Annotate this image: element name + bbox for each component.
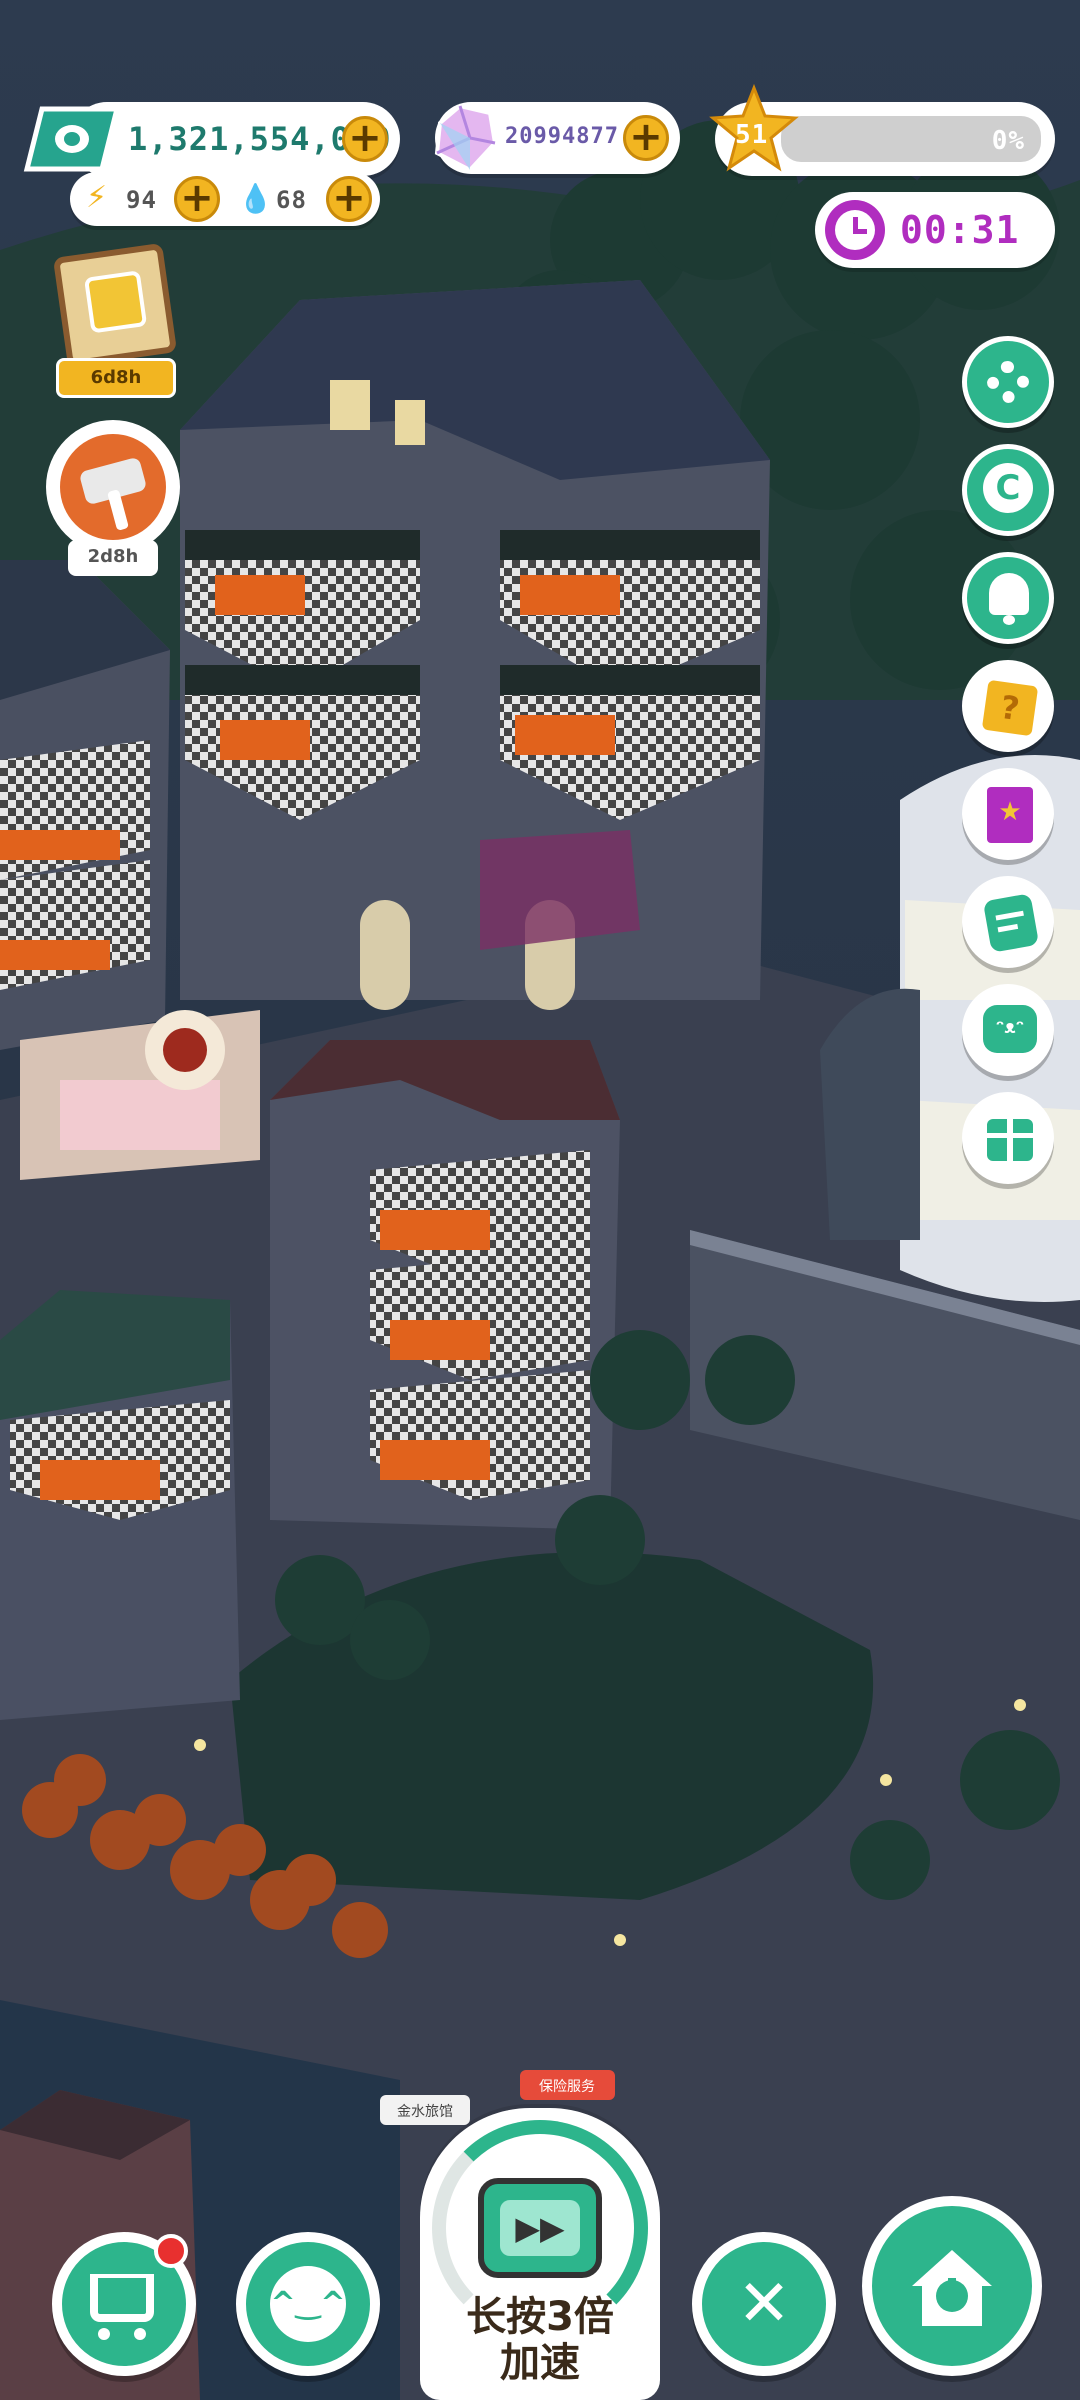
timer-value: 00:31	[900, 208, 1020, 252]
level-number: 51	[735, 120, 769, 150]
hammer-icon	[60, 434, 166, 540]
tv-fast-forward-icon: ▶▶	[478, 2178, 602, 2278]
tools-icon: ✕	[737, 2267, 791, 2341]
mystery-box-button[interactable]: ?	[962, 660, 1054, 752]
star-book-icon: ★	[987, 787, 1033, 843]
gems-value: 20994877	[505, 124, 619, 149]
scroll-puzzle-icon	[52, 242, 178, 368]
home-edit-button[interactable]	[862, 2196, 1042, 2376]
social-button[interactable]: ^‿^	[236, 2232, 380, 2376]
speed-up-label: 长按3倍 加速	[466, 2294, 614, 2386]
chat-button[interactable]: ᵔᴥᵔ	[962, 984, 1054, 1076]
shop-notification-dot	[154, 2234, 188, 2268]
mystery-box-icon: ?	[981, 679, 1039, 737]
gift-button[interactable]	[962, 1092, 1054, 1184]
level-progress-text: 0%	[991, 126, 1025, 156]
gift-icon	[987, 1119, 1033, 1161]
event-hammer-timer-badge: 2d8h	[68, 540, 158, 576]
notes-icon	[982, 893, 1040, 953]
chat-icon: ᵔᴥᵔ	[983, 1005, 1037, 1053]
settings-button[interactable]	[962, 336, 1054, 428]
smile-face-icon: ^‿^	[270, 2266, 346, 2342]
cash-icon	[22, 104, 122, 174]
add-gems-button[interactable]: +	[623, 115, 669, 161]
event-puzzle-button[interactable]: 6d8h	[50, 242, 180, 410]
notifications-button[interactable]	[962, 552, 1054, 644]
event-hammer-time: 2d8h	[87, 546, 139, 567]
event-hammer-button[interactable]: 2d8h	[46, 420, 180, 580]
build-tools-button[interactable]: ✕	[692, 2232, 836, 2376]
bell-icon	[989, 573, 1029, 615]
shop-cart-icon	[90, 2274, 154, 2322]
currency-exchange-icon: C	[983, 463, 1033, 513]
hud-gems-panel: 20994877 +	[434, 102, 680, 174]
sign-insurance: 保险服务	[539, 2079, 595, 2095]
star-book-button[interactable]: ★	[962, 768, 1054, 860]
event-puzzle-timer-badge: 6d8h	[56, 358, 176, 398]
gem-icon	[425, 98, 505, 178]
hud-timer-panel[interactable]: 00:31	[815, 192, 1055, 268]
gear-icon	[987, 361, 1029, 403]
sign-inn: 金水旅馆	[397, 2104, 453, 2120]
lightning-icon: ⚡	[86, 180, 108, 215]
speed-up-button[interactable]: ▶▶ 长按3倍 加速	[420, 2108, 660, 2400]
clock-icon	[825, 200, 885, 260]
event-puzzle-time: 6d8h	[90, 367, 142, 388]
add-money-button[interactable]: +	[342, 116, 388, 162]
shop-button[interactable]	[52, 2232, 196, 2376]
home-wrench-icon	[904, 2242, 1000, 2332]
add-water-button[interactable]: +	[326, 176, 372, 222]
hud-energy-water-panel: ⚡ 94 + 💧 68 +	[70, 172, 380, 226]
add-energy-button[interactable]: +	[174, 176, 220, 222]
energy-value: 94	[126, 186, 157, 214]
hud-money-panel: 1,321,554,000 +	[23, 102, 400, 176]
notes-button[interactable]	[962, 876, 1054, 968]
water-drop-icon: 💧	[238, 182, 273, 215]
hud-level-panel[interactable]: 0% 51	[709, 83, 1055, 176]
water-value: 68	[276, 186, 307, 214]
currency-exchange-button[interactable]: C	[962, 444, 1054, 536]
